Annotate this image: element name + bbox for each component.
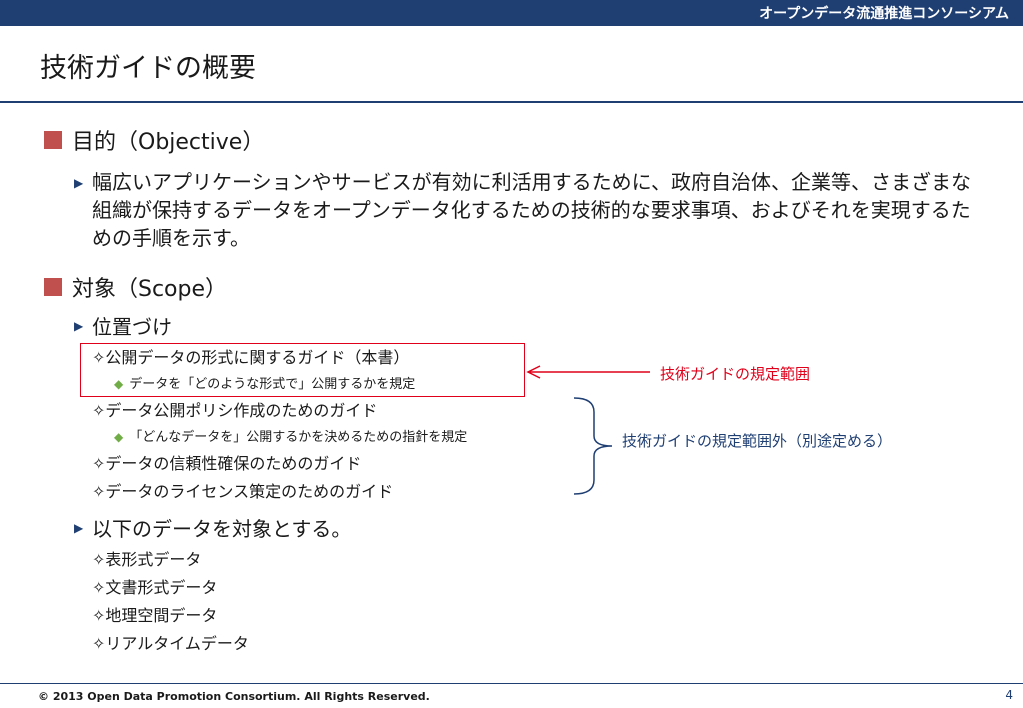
right-brace-icon [573,397,613,495]
target-item: ✧表形式データ [92,550,202,569]
targets-label: 以下のデータを対象とする。 [92,517,352,541]
target-item: ✧リアルタイムデータ [92,634,249,653]
triangle-bullet-icon: ▶ [74,521,84,535]
in-scope-label: 技術ガイドの規定範囲 [660,365,811,383]
page-number: 4 [1005,688,1013,702]
out-of-scope-label: 技術ガイドの規定範囲外（別途定める） [622,432,893,450]
footer-divider [0,683,1023,684]
target-item: ✧文書形式データ [92,578,218,597]
target-item: ✧地理空間データ [92,606,218,625]
copyright-notice: © 2013 Open Data Promotion Consortium. A… [38,690,430,703]
